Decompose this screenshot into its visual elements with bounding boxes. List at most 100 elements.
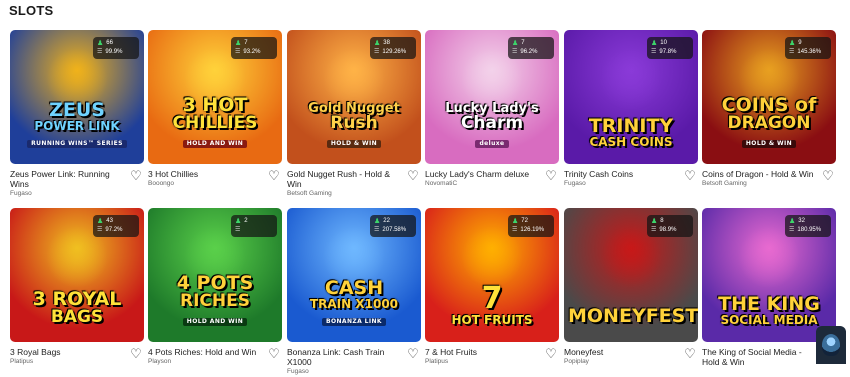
game-name[interactable]: Coins of Dragon - Hold & Win — [702, 169, 814, 179]
game-card[interactable]: ♟ 22 ☰ 207.58% CASH TRAIN X1000 BONANZA … — [287, 208, 421, 377]
game-logo-line1: ZEUS — [49, 99, 105, 121]
coin-stack-icon: ☰ — [97, 49, 103, 55]
game-name[interactable]: The King of Social Media - Hold & Win — [702, 347, 814, 367]
game-thumbnail[interactable]: ♟ 66 ☰ 99.9% ZEUS POWER LINK RUNNING WIN… — [10, 30, 144, 164]
game-name[interactable]: 7 & Hot Fruits — [425, 347, 537, 357]
players-count: 22 — [383, 218, 390, 224]
favorite-heart-icon[interactable]: ♡ — [129, 169, 143, 183]
favorite-heart-icon[interactable]: ♡ — [406, 169, 420, 183]
favorite-heart-icon[interactable]: ♡ — [821, 169, 835, 183]
players-count: 2 — [244, 218, 248, 224]
game-logo-tag: RUNNING WINS™ SERIES — [27, 140, 127, 148]
rtp-value: 126.19% — [520, 227, 545, 233]
favorite-heart-icon[interactable]: ♡ — [267, 347, 281, 361]
coin-stack-icon: ☰ — [789, 227, 795, 233]
game-logo-line2: POWER LINK — [34, 119, 120, 133]
game-stats-badge: ♟ 7 ☰ 96.2% — [508, 37, 554, 59]
coin-stack-icon: ☰ — [512, 49, 518, 55]
favorite-heart-icon[interactable]: ♡ — [406, 347, 420, 361]
game-logo-line2: SOCIAL MEDIA — [720, 313, 818, 327]
game-logo: TRINITY CASH COINS — [568, 117, 694, 149]
game-logo-tag: HOLD AND WIN — [182, 140, 248, 148]
game-stats-badge: ♟ 38 ☰ 129.26% — [370, 37, 416, 59]
game-logo-tag: HOLD & WIN — [326, 140, 382, 148]
game-meta: Gold Nugget Rush - Hold & Win Betsoft Ga… — [287, 169, 421, 199]
game-thumbnail[interactable]: ♟ 38 ☰ 129.26% Gold Nugget Rush HOLD & W… — [287, 30, 421, 164]
favorite-heart-icon[interactable]: ♡ — [129, 347, 143, 361]
game-logo-line2: TRAIN X1000 — [309, 297, 399, 311]
game-name[interactable]: Moneyfest — [564, 347, 676, 357]
game-thumbnail[interactable]: ♟ 22 ☰ 207.58% CASH TRAIN X1000 BONANZA … — [287, 208, 421, 342]
rtp-value: 97.2% — [105, 227, 123, 233]
favorite-heart-icon[interactable]: ♡ — [544, 347, 558, 361]
game-card[interactable]: ♟ 7 ☰ 93.2% 3 HOT CHILLIES HOLD AND WIN … — [148, 30, 282, 199]
game-card[interactable]: ♟ 9 ☰ 145.36% COINS of DRAGON HOLD & WIN… — [702, 30, 836, 199]
game-thumbnail[interactable]: ♟ 8 ☰ 98.9% MONEYFEST — [564, 208, 698, 342]
game-meta: Moneyfest Popiplay ♡ — [564, 347, 698, 377]
players-count: 43 — [106, 218, 113, 224]
assistant-avatar[interactable] — [816, 326, 846, 364]
coin-stack-icon: ☰ — [651, 49, 657, 55]
game-logo-line2: DRAGON — [727, 113, 811, 133]
game-name[interactable]: Zeus Power Link: Running Wins — [10, 169, 122, 189]
avatar-icon — [822, 334, 840, 356]
game-card[interactable]: ♟ 72 ☰ 126.19% 7 HOT FRUITS 7 & Hot Frui… — [425, 208, 559, 377]
game-card[interactable]: ♟ 38 ☰ 129.26% Gold Nugget Rush HOLD & W… — [287, 30, 421, 199]
favorite-heart-icon[interactable]: ♡ — [544, 169, 558, 183]
favorite-heart-icon[interactable]: ♡ — [683, 347, 697, 361]
game-card[interactable]: ♟ 2 ☰ 4 POTS RICHES HOLD AND WIN 4 Pots … — [148, 208, 282, 377]
game-card[interactable]: ♟ 8 ☰ 98.9% MONEYFEST Moneyfest Popiplay… — [564, 208, 698, 377]
game-name[interactable]: 3 Royal Bags — [10, 347, 122, 357]
favorite-heart-icon[interactable]: ♡ — [267, 169, 281, 183]
favorite-heart-icon[interactable]: ♡ — [683, 169, 697, 183]
game-thumbnail[interactable]: ♟ 32 ☰ 180.95% THE KING SOCIAL MEDIA — [702, 208, 836, 342]
game-name[interactable]: Bonanza Link: Cash Train X1000 — [287, 347, 399, 367]
game-card[interactable]: ♟ 10 ☰ 97.8% TRINITY CASH COINS Trinity … — [564, 30, 698, 199]
game-thumbnail[interactable]: ♟ 72 ☰ 126.19% 7 HOT FRUITS — [425, 208, 559, 342]
game-logo: 3 HOT CHILLIES HOLD AND WIN — [152, 96, 278, 148]
game-logo: 7 HOT FRUITS — [429, 284, 555, 327]
game-logo-line1: CASH — [324, 277, 384, 299]
game-logo: COINS of DRAGON HOLD & WIN — [706, 96, 832, 148]
game-meta: Lucky Lady's Charm deluxe NovomatiC ♡ — [425, 169, 559, 199]
game-logo-line1: THE KING — [718, 293, 820, 315]
people-icon: ♟ — [512, 218, 519, 225]
game-card[interactable]: ♟ 66 ☰ 99.9% ZEUS POWER LINK RUNNING WIN… — [10, 30, 144, 199]
game-logo-line2: Rush — [330, 113, 378, 133]
people-icon: ♟ — [97, 218, 104, 225]
players-count: 7 — [521, 40, 525, 46]
game-provider: NovomatiC — [425, 180, 458, 187]
section-title: SLOTS — [9, 3, 54, 18]
rtp-value: 97.8% — [659, 49, 677, 55]
game-name[interactable]: 4 Pots Riches: Hold and Win — [148, 347, 260, 357]
people-icon: ♟ — [789, 40, 796, 47]
game-logo: Gold Nugget Rush HOLD & WIN — [291, 102, 417, 148]
game-logo-tag: HOLD AND WIN — [182, 318, 248, 326]
game-card[interactable]: ♟ 7 ☰ 96.2% Lucky Lady's Charm deluxe Lu… — [425, 30, 559, 199]
game-thumbnail[interactable]: ♟ 7 ☰ 93.2% 3 HOT CHILLIES HOLD AND WIN — [148, 30, 282, 164]
game-meta: Zeus Power Link: Running Wins Fugaso ♡ — [10, 169, 144, 199]
game-logo-line2: CHILLIES — [172, 113, 258, 133]
game-thumbnail[interactable]: ♟ 10 ☰ 97.8% TRINITY CASH COINS — [564, 30, 698, 164]
game-thumbnail[interactable]: ♟ 7 ☰ 96.2% Lucky Lady's Charm deluxe — [425, 30, 559, 164]
rtp-value: 207.58% — [382, 227, 407, 233]
game-thumbnail[interactable]: ♟ 2 ☰ 4 POTS RICHES HOLD AND WIN — [148, 208, 282, 342]
game-card[interactable]: ♟ 43 ☰ 97.2% 3 ROYAL BAGS 3 Royal Bags P… — [10, 208, 144, 377]
coin-stack-icon: ☰ — [235, 227, 241, 233]
game-meta: Bonanza Link: Cash Train X1000 Fugaso ♡ — [287, 347, 421, 377]
game-name[interactable]: Lucky Lady's Charm deluxe — [425, 169, 537, 179]
people-icon: ♟ — [651, 218, 658, 225]
players-count: 9 — [798, 40, 802, 46]
players-count: 10 — [660, 40, 667, 46]
players-count: 72 — [521, 218, 528, 224]
game-name[interactable]: Trinity Cash Coins — [564, 169, 676, 179]
game-stats-badge: ♟ 66 ☰ 99.9% — [93, 37, 139, 59]
game-stats-badge: ♟ 7 ☰ 93.2% — [231, 37, 277, 59]
coin-stack-icon: ☰ — [789, 49, 795, 55]
game-thumbnail[interactable]: ♟ 43 ☰ 97.2% 3 ROYAL BAGS — [10, 208, 144, 342]
game-name[interactable]: Gold Nugget Rush - Hold & Win — [287, 169, 399, 189]
players-count: 38 — [383, 40, 390, 46]
game-name[interactable]: 3 Hot Chillies — [148, 169, 260, 179]
game-thumbnail[interactable]: ♟ 9 ☰ 145.36% COINS of DRAGON HOLD & WIN — [702, 30, 836, 164]
game-logo-line1: MONEYFEST — [568, 305, 698, 327]
